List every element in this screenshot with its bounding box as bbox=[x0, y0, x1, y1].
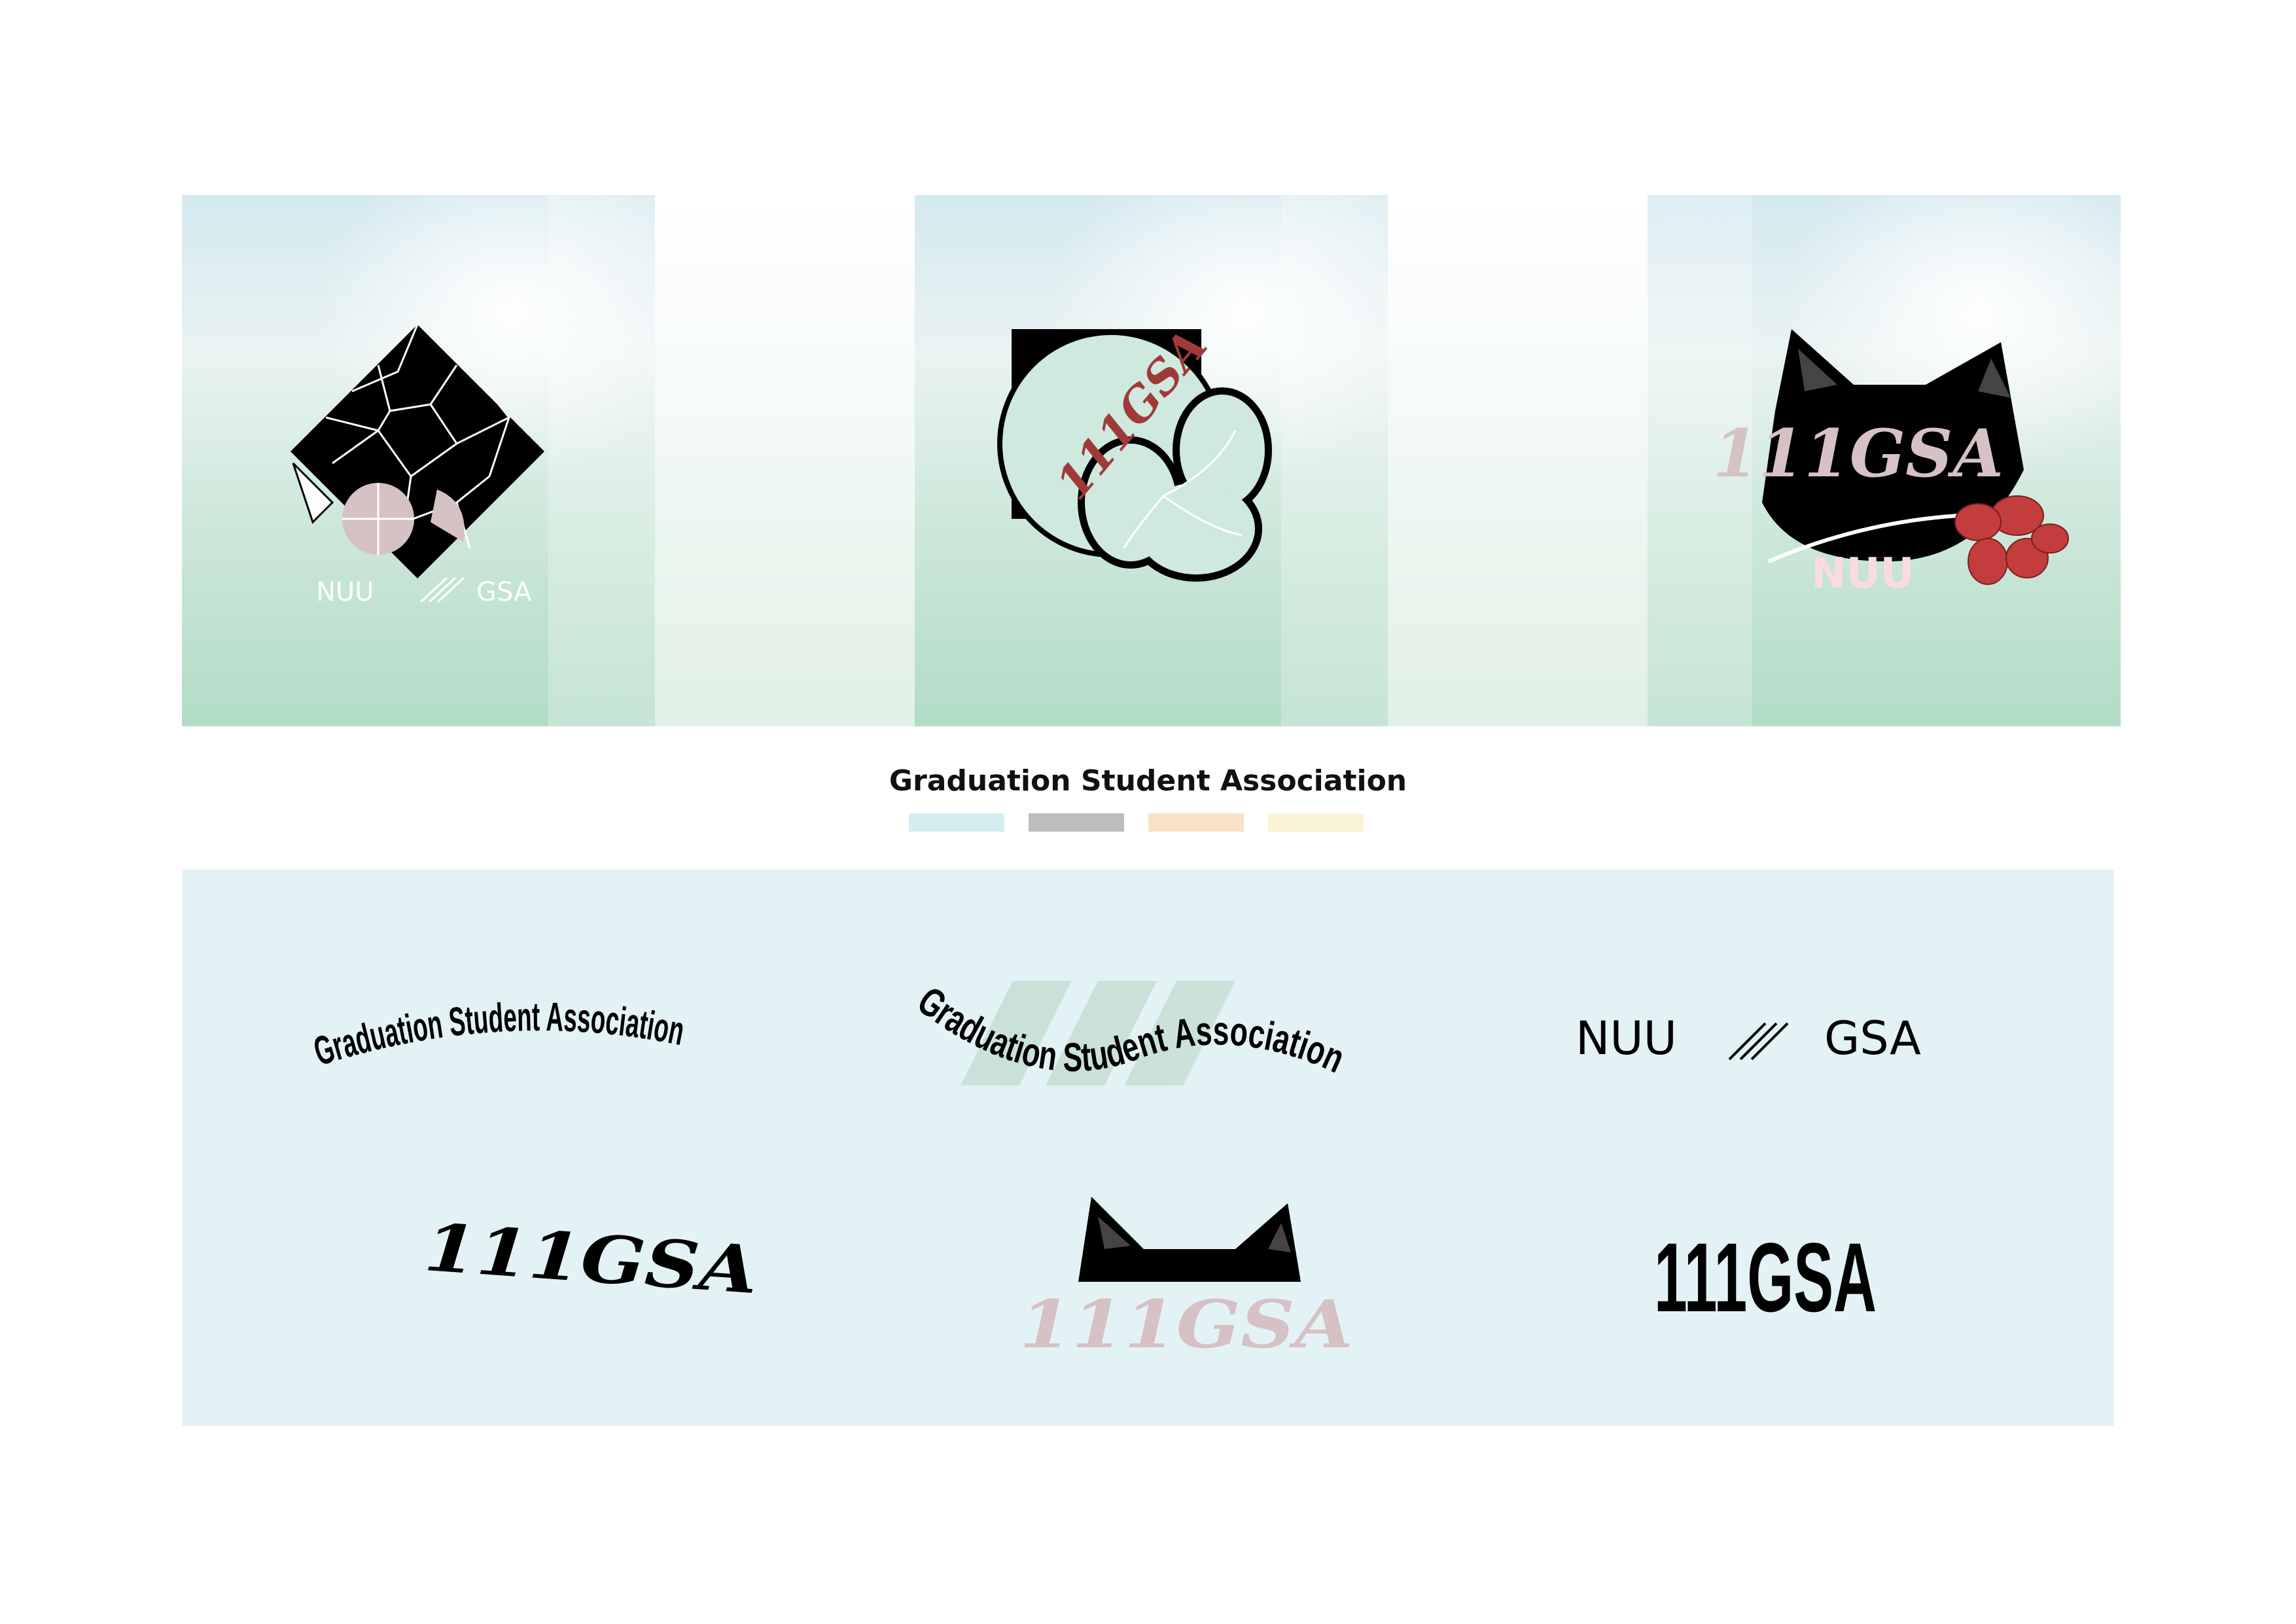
arched-wordmark: Graduation Student Association bbox=[313, 968, 692, 1086]
cat-ears-wordmark: 111GSA bbox=[1019, 1171, 1360, 1367]
color-palette bbox=[909, 813, 1364, 832]
cat-head-logo: 111GSA NUU bbox=[1713, 329, 2069, 598]
nuu-text: NUU bbox=[1576, 1012, 1677, 1065]
diamond-mosaic-logo: NUU GSA bbox=[291, 324, 544, 607]
mockup-panel-flower: 111GSA bbox=[915, 195, 1388, 726]
mockup-panel-diamond: NUU GSA bbox=[182, 195, 655, 726]
wave-wordmark: Graduation Student Association bbox=[902, 955, 1373, 1099]
flower-badge-logo: 111GSA bbox=[997, 319, 1272, 582]
nuu-gsa-wordmark: NUU GSA bbox=[1569, 1000, 1949, 1066]
mockup-gap bbox=[1388, 195, 1648, 726]
nuu-label: NUU bbox=[316, 577, 374, 607]
mockup-gap bbox=[655, 195, 915, 726]
gsa-label: GSA bbox=[476, 577, 532, 607]
palette-swatch-cream bbox=[1268, 813, 1364, 832]
palette-swatch-peach bbox=[1148, 813, 1244, 832]
palette-swatch-gray bbox=[1029, 813, 1124, 832]
italic-text: 111GSA bbox=[422, 1216, 760, 1308]
italic-wordmark: 111GSA bbox=[417, 1216, 771, 1308]
arched-text: Graduation Student Association bbox=[313, 995, 688, 1074]
cat-ears-text: 111GSA bbox=[1019, 1286, 1353, 1363]
mockup-panel-cat: 111GSA NUU bbox=[1648, 195, 2121, 726]
cat-nuu-label: NUU bbox=[1811, 550, 1915, 598]
cat-wordmark: 111GSA bbox=[1713, 415, 2004, 492]
gsa-text: GSA bbox=[1824, 1012, 1921, 1065]
condensed-text: 111GSA bbox=[1654, 1222, 1877, 1328]
logo-variants-sheet: Graduation Student Association Graduatio… bbox=[182, 870, 2114, 1426]
heading: Graduation Student Association bbox=[889, 764, 1407, 798]
condensed-wordmark: 111GSA bbox=[1648, 1197, 1883, 1328]
svg-text:Graduation Student Association: Graduation Student Association bbox=[313, 995, 688, 1074]
palette-swatch-blue bbox=[909, 813, 1004, 832]
